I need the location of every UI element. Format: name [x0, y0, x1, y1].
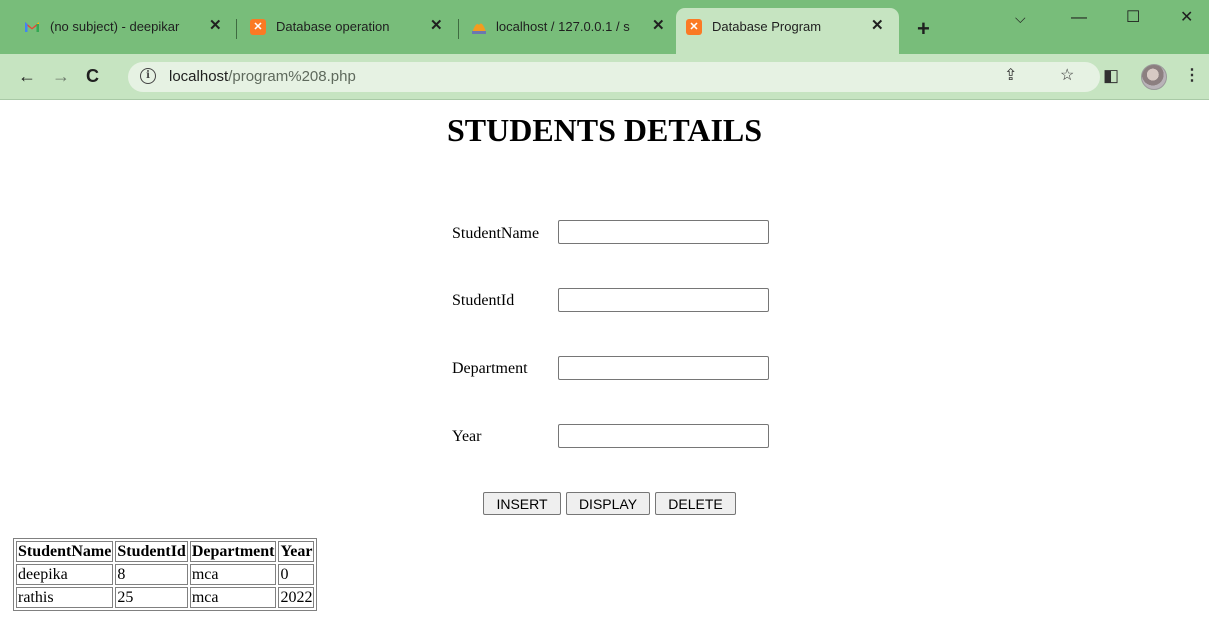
close-tab-icon[interactable]: ✕: [652, 18, 665, 34]
table-header-row: StudentName StudentId Department Year: [16, 541, 315, 562]
menu-icon[interactable]: ⋮: [1184, 66, 1200, 86]
new-tab-button[interactable]: +: [917, 18, 930, 40]
table-cell: 25: [115, 587, 188, 608]
department-input[interactable]: [558, 356, 769, 380]
tab-title: Database operation: [276, 19, 390, 34]
column-header: Year: [278, 541, 315, 562]
table-row: deepika 8 mca 0: [16, 564, 315, 585]
year-label: Year: [452, 428, 482, 445]
tab-title: Database Program: [712, 19, 822, 34]
tab-title: localhost / 127.0.0.1 / s: [496, 19, 630, 34]
site-info-icon[interactable]: i: [140, 68, 156, 84]
column-header: StudentName: [16, 541, 114, 562]
url-path: /program%208.php: [228, 68, 356, 85]
url-host: localhost: [169, 68, 229, 85]
xampp-icon: ✕: [686, 19, 702, 35]
tab-separator: [236, 19, 237, 39]
display-button[interactable]: DISPLAY: [566, 492, 650, 515]
tab-title: (no subject) - deepikar: [50, 19, 180, 34]
close-window-icon[interactable]: ✕: [1180, 8, 1193, 28]
table-cell: mca: [189, 564, 277, 585]
phpmyadmin-icon: [470, 19, 486, 35]
student-name-label: StudentName: [452, 225, 540, 242]
student-id-input[interactable]: [558, 288, 769, 312]
tab-separator: [458, 19, 459, 39]
student-name-input[interactable]: [558, 220, 769, 244]
minimize-icon[interactable]: —: [1071, 8, 1087, 28]
tab-database-operation[interactable]: ✕ Database operation ✕: [240, 8, 455, 54]
table-cell: 0: [278, 564, 315, 585]
tab-database-program[interactable]: ✕ Database Program ✕: [676, 8, 899, 54]
column-header: Department: [189, 541, 277, 562]
insert-button[interactable]: INSERT: [483, 492, 561, 515]
year-input[interactable]: [558, 424, 769, 448]
table-cell: mca: [189, 587, 277, 608]
department-label: Department: [452, 360, 528, 377]
page-title: STUDENTS DETAILS: [446, 112, 763, 148]
gmail-icon: [24, 19, 40, 35]
column-header: StudentId: [115, 541, 188, 562]
close-tab-icon[interactable]: ✕: [430, 18, 443, 34]
tab-search-icon[interactable]: ⌵: [1015, 8, 1026, 28]
profile-avatar[interactable]: [1141, 64, 1167, 90]
close-tab-icon[interactable]: ✕: [209, 18, 222, 34]
table-cell: deepika: [16, 564, 114, 585]
close-tab-icon[interactable]: ✕: [871, 18, 884, 34]
maximize-icon[interactable]: ☐: [1126, 8, 1140, 28]
bookmark-star-icon[interactable]: ☆: [1060, 66, 1074, 86]
students-table: StudentName StudentId Department Year de…: [13, 538, 318, 611]
table-cell: rathis: [16, 587, 114, 608]
side-panel-icon[interactable]: ◧: [1103, 66, 1119, 86]
tab-gmail[interactable]: (no subject) - deepikar ✕: [14, 8, 236, 54]
url-text[interactable]: localhost/program%208.php: [169, 68, 356, 85]
xampp-icon: ✕: [250, 19, 266, 35]
student-id-label: StudentId: [452, 292, 515, 309]
tab-phpmyadmin[interactable]: localhost / 127.0.0.1 / s ✕: [462, 8, 674, 54]
reload-icon[interactable]: C: [86, 66, 99, 86]
back-icon[interactable]: ←: [18, 66, 36, 86]
delete-button[interactable]: DELETE: [655, 492, 736, 515]
share-icon[interactable]: ⇪: [1004, 66, 1017, 86]
table-cell: 8: [115, 564, 188, 585]
tab-strip: (no subject) - deepikar ✕ ✕ Database ope…: [0, 0, 1209, 54]
table-cell: 2022: [278, 587, 315, 608]
forward-icon[interactable]: →: [52, 66, 70, 86]
table-row: rathis 25 mca 2022: [16, 587, 315, 608]
